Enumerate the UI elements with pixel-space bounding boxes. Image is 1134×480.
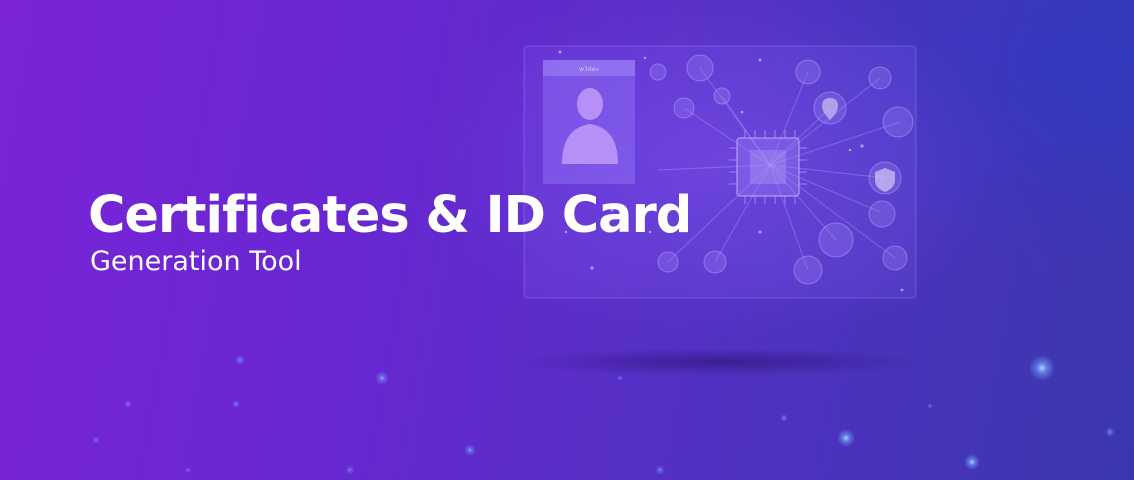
credit-card-icon [882, 245, 908, 271]
headline-block: Certificates & ID Card Generation Tool [88, 186, 692, 278]
location-marker-small-icon [713, 87, 731, 105]
bank-icon [868, 200, 896, 228]
fingerprint-icon [882, 106, 914, 138]
card-shadow [510, 348, 930, 376]
id-photo-box: w3dev [543, 60, 635, 184]
lock-icon [649, 63, 667, 81]
document-icon [673, 97, 695, 119]
id-card-header-label: w3dev [579, 66, 599, 73]
search-icon [795, 59, 821, 85]
id-badge-icon [686, 54, 714, 82]
page-title: Certificates & ID Card [88, 186, 692, 245]
user-link-icon [818, 222, 854, 258]
hero-banner: w3dev Certificates & ID Card Generation … [0, 0, 1134, 480]
wifi-icon [703, 250, 727, 274]
page-subtitle: Generation Tool [90, 246, 302, 278]
chat-icon [793, 255, 823, 285]
key-icon [868, 66, 892, 90]
circuit-chip-icon [729, 130, 807, 204]
